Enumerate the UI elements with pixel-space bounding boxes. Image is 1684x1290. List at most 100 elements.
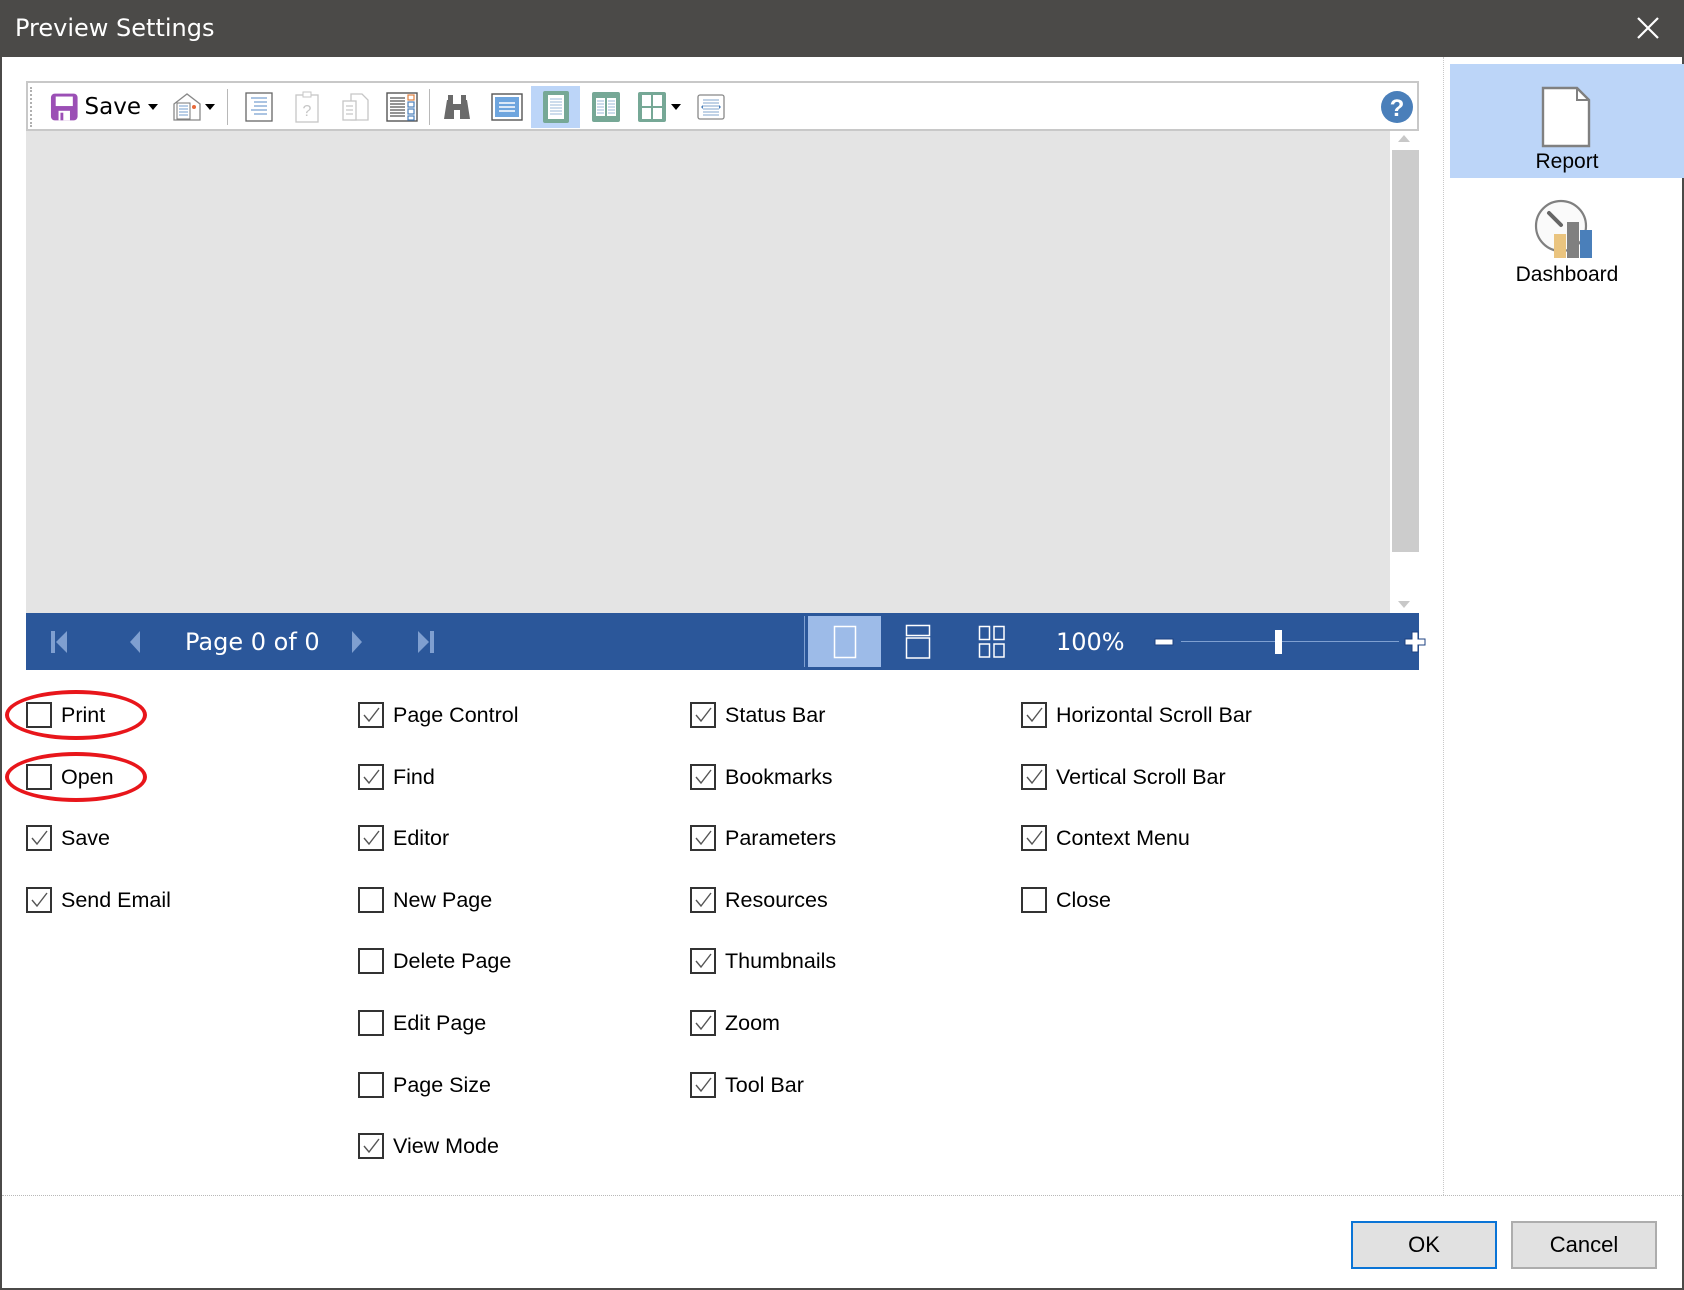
two-pages-toolbar-button[interactable] [584, 86, 628, 128]
multiple-pages-toolbar-button[interactable] [632, 86, 686, 128]
side-item-report[interactable]: Report [1450, 64, 1684, 178]
ok-button[interactable]: OK [1351, 1221, 1497, 1269]
option-checkbox-view-mode[interactable]: View Mode [358, 1131, 499, 1161]
option-checkbox-status-bar[interactable]: Status Bar [690, 700, 825, 730]
option-label: Close [1056, 887, 1111, 912]
checkbox-checked[interactable] [26, 887, 52, 913]
option-checkbox-tool-bar[interactable]: Tool Bar [690, 1070, 804, 1100]
checkbox-checked[interactable] [358, 825, 384, 851]
editor-toolbar-button[interactable] [484, 86, 530, 128]
checkbox-unchecked[interactable] [358, 1010, 384, 1036]
zoom-slider-thumb[interactable] [1275, 630, 1282, 654]
help-button[interactable]: ? [1377, 86, 1417, 128]
single-page-view-icon [833, 625, 856, 658]
find-toolbar-button[interactable] [436, 86, 478, 128]
checkbox-checked[interactable] [690, 825, 716, 851]
zoom-slider-track[interactable] [1181, 641, 1399, 642]
checkbox-checked[interactable] [690, 764, 716, 790]
checkmark-icon [695, 769, 712, 785]
help-question-icon: ? [1381, 91, 1413, 123]
first-page-icon [51, 630, 67, 653]
dashboard-gauge-icon [1534, 199, 1592, 258]
option-label: Page Size [393, 1072, 492, 1097]
checkbox-checked[interactable] [690, 702, 716, 728]
close-button[interactable] [1632, 12, 1664, 44]
cancel-button[interactable]: Cancel [1511, 1221, 1657, 1269]
option-checkbox-print[interactable]: Print [26, 700, 105, 730]
option-checkbox-editor[interactable]: Editor [358, 823, 449, 853]
option-checkbox-parameters[interactable]: Parameters [690, 823, 836, 853]
option-checkbox-thumbnails[interactable]: Thumbnails [690, 946, 836, 976]
checkbox-unchecked[interactable] [1021, 887, 1047, 913]
scroll-down-arrow-icon[interactable] [1398, 601, 1410, 608]
checkbox-unchecked[interactable] [358, 887, 384, 913]
checkbox-checked[interactable] [690, 1072, 716, 1098]
option-checkbox-zoom[interactable]: Zoom [690, 1008, 780, 1038]
plus-icon [1404, 631, 1426, 653]
option-checkbox-open[interactable]: Open [26, 762, 114, 792]
checkmark-icon [363, 707, 380, 723]
option-checkbox-edit-page[interactable]: Edit Page [358, 1008, 486, 1038]
option-checkbox-close[interactable]: Close [1021, 885, 1111, 915]
checkbox-unchecked[interactable] [358, 1072, 384, 1098]
resources-toolbar-button[interactable] [334, 86, 376, 128]
option-checkbox-context-menu[interactable]: Context Menu [1021, 823, 1190, 853]
multiple-pages-view-button[interactable] [962, 616, 1022, 667]
send-email-toolbar-button[interactable] [168, 86, 218, 128]
checkbox-checked[interactable] [690, 887, 716, 913]
next-page-button[interactable] [342, 616, 372, 667]
option-checkbox-find[interactable]: Find [358, 762, 435, 792]
toolbar-grip[interactable] [30, 87, 32, 127]
continuous-view-icon [905, 624, 931, 659]
bookmarks-toolbar-button[interactable] [238, 86, 280, 128]
option-label: View Mode [393, 1133, 499, 1158]
option-checkbox-resources[interactable]: Resources [690, 885, 828, 915]
checkbox-unchecked[interactable] [26, 764, 52, 790]
page-width-toolbar-button[interactable] [692, 86, 730, 128]
option-label: Resources [725, 887, 828, 912]
option-checkbox-save[interactable]: Save [26, 823, 110, 853]
zoom-in-button[interactable] [1402, 629, 1428, 655]
zoom-out-button[interactable] [1154, 635, 1176, 649]
checkbox-checked[interactable] [690, 1010, 716, 1036]
checkbox-unchecked[interactable] [358, 948, 384, 974]
continuous-view-button[interactable] [888, 616, 948, 667]
option-label: Editor [393, 825, 450, 850]
thumbnails-toolbar-button[interactable] [381, 86, 423, 128]
option-checkbox-delete-page[interactable]: Delete Page [358, 946, 511, 976]
single-page-view-button[interactable] [808, 616, 881, 667]
option-label: Save [61, 825, 111, 850]
option-checkbox-page-size[interactable]: Page Size [358, 1070, 491, 1100]
save-toolbar-button[interactable]: Save [50, 86, 158, 128]
option-checkbox-page-control[interactable]: Page Control [358, 700, 519, 730]
option-checkbox-send-email[interactable]: Send Email [26, 885, 171, 915]
option-checkbox-bookmarks[interactable]: Bookmarks [690, 762, 833, 792]
checkbox-checked[interactable] [1021, 764, 1047, 790]
two-pages-icon [592, 92, 620, 122]
vertical-scrollbar-thumb[interactable] [1392, 150, 1419, 552]
single-page-toolbar-button[interactable] [531, 86, 580, 128]
option-label: Thumbnails [725, 948, 837, 973]
checkbox-checked[interactable] [358, 764, 384, 790]
last-page-button[interactable] [411, 616, 441, 667]
clipboard-question-icon: ? [295, 91, 319, 123]
report-preview-area[interactable] [26, 131, 1390, 613]
previous-page-button[interactable] [120, 616, 150, 667]
checkbox-unchecked[interactable] [26, 702, 52, 728]
svg-text:?: ? [1390, 95, 1405, 122]
checkbox-checked[interactable] [358, 1133, 384, 1159]
checkbox-checked[interactable] [1021, 702, 1047, 728]
option-checkbox-horizontal-scroll-bar[interactable]: Horizontal Scroll Bar [1021, 700, 1252, 730]
option-checkbox-new-page[interactable]: New Page [358, 885, 492, 915]
option-checkbox-vertical-scroll-bar[interactable]: Vertical Scroll Bar [1021, 762, 1226, 792]
side-panel-divider [1443, 57, 1444, 1195]
side-item-dashboard[interactable]: Dashboard [1450, 180, 1684, 294]
scroll-up-arrow-icon[interactable] [1398, 135, 1410, 142]
checkbox-checked[interactable] [26, 825, 52, 851]
first-page-button[interactable] [44, 616, 74, 667]
checkbox-checked[interactable] [1021, 825, 1047, 851]
parameters-toolbar-button[interactable]: ? [286, 86, 328, 128]
checkbox-checked[interactable] [358, 702, 384, 728]
checkbox-checked[interactable] [690, 948, 716, 974]
minus-icon [1154, 638, 1174, 646]
